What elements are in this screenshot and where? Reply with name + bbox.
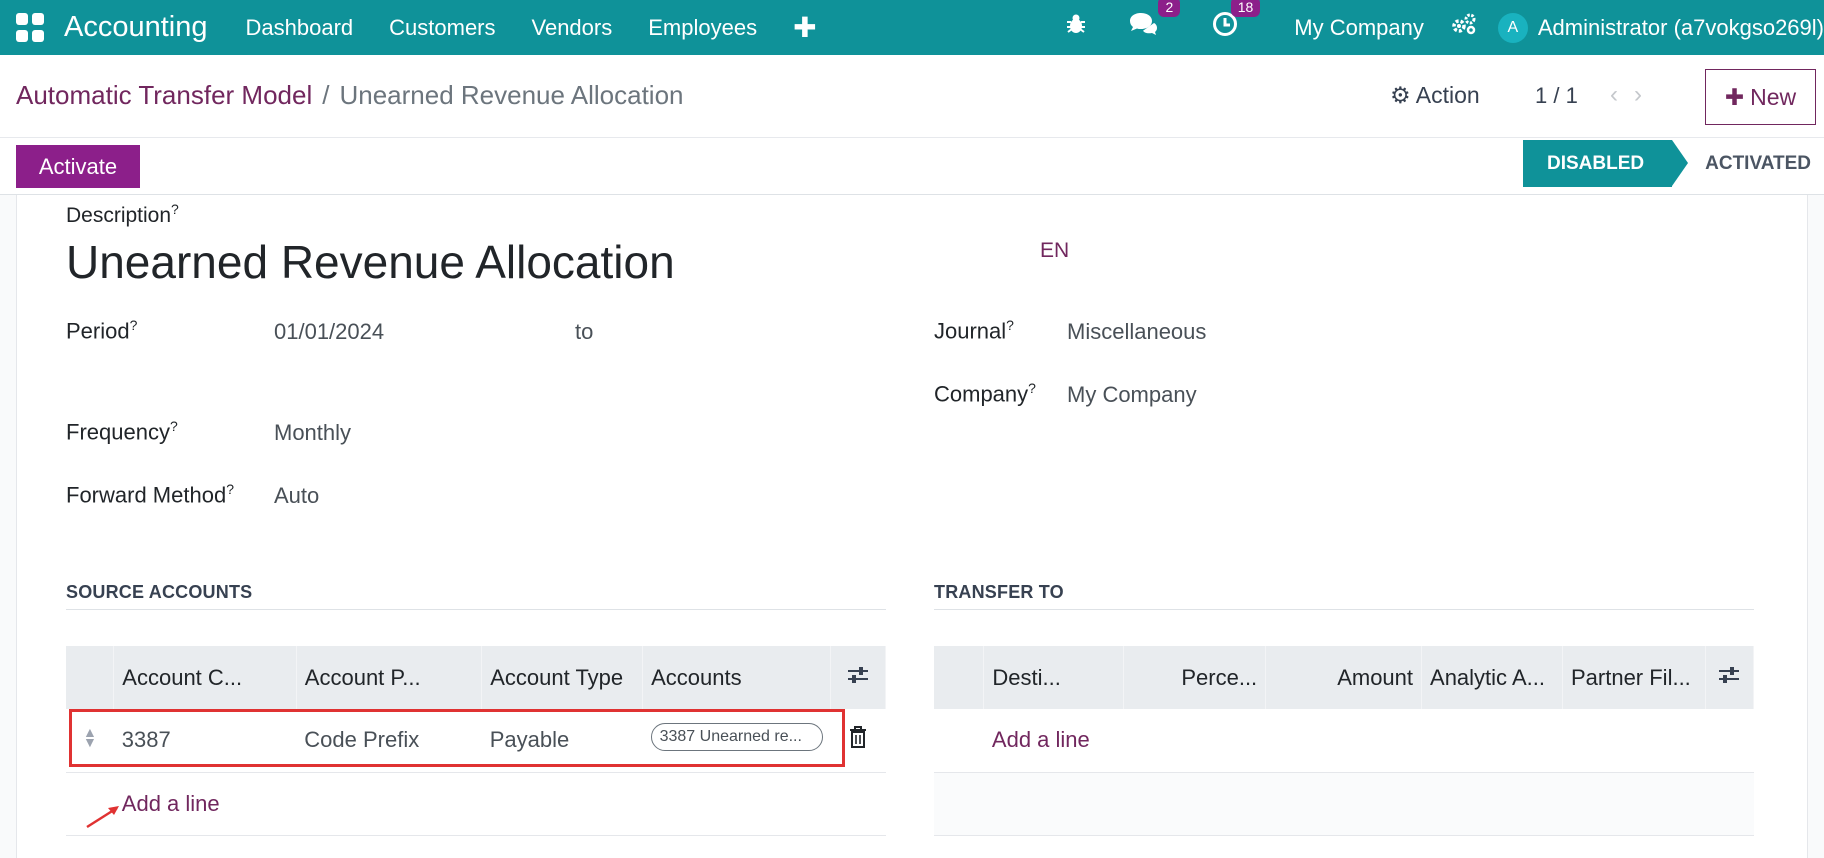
breadcrumb-parent[interactable]: Automatic Transfer Model [16,80,312,110]
pager-arrows: ‹› [1610,81,1658,109]
section-divider [66,609,886,610]
plus-icon[interactable]: ✚ [793,11,816,44]
cell-account-type[interactable]: Payable [481,709,643,773]
breadcrumb-current: Unearned Revenue Allocation [339,80,684,110]
journal-label: Journal? [934,317,1014,344]
new-label: New [1750,83,1797,110]
pager-value[interactable]: 1 / 1 [1535,83,1578,109]
company-label: Company? [934,380,1036,407]
column-percent[interactable]: Perce... [1123,646,1267,709]
section-divider [934,609,1754,610]
activate-button[interactable]: Activate [16,145,140,188]
column-amount[interactable]: Amount [1265,646,1423,709]
clock-icon[interactable]: 18 [1212,0,1261,44]
menu-employees[interactable]: Employees [648,15,757,41]
empty-cell [934,709,984,773]
cell-account-code[interactable]: 3387 [113,709,297,773]
action-button[interactable]: ⚙ Action [1390,82,1480,109]
period-to-label: to [575,319,594,344]
empty-row [934,772,1754,836]
source-accounts-title: SOURCE ACCOUNTS [66,582,253,602]
forward-method-label: Forward Method? [66,481,234,508]
language-button[interactable]: EN [1040,239,1069,263]
optional-columns-icon[interactable] [1705,646,1755,709]
frequency-label: Frequency? [66,418,178,445]
handle-header [934,646,985,709]
cell-account-prefix[interactable]: Code Prefix [296,709,482,773]
trash-icon[interactable] [830,709,886,773]
handle-header [66,646,115,709]
source-add-line[interactable]: Add a line [113,772,886,836]
status-disabled[interactable]: DISABLED [1523,140,1689,187]
column-destination[interactable]: Desti... [983,646,1125,709]
app-grid-icon[interactable] [16,12,46,43]
frequency-field[interactable]: Monthly [274,420,351,446]
settings-gears-icon[interactable] [1450,12,1478,43]
breadcrumb-separator: / [322,80,330,110]
status-bar: DISABLED ACTIVATED [1523,140,1811,187]
add-line-row: Add a line [934,709,1754,773]
breadcrumb: Automatic Transfer Model / Unearned Revenu… [16,80,684,111]
menu-vendors[interactable]: Vendors [532,15,613,41]
pointer-arrow-icon [86,806,119,829]
column-account-type[interactable]: Account Type [481,646,644,709]
control-panel: Automatic Transfer Model / Unearned Revenu… [0,55,1824,195]
period-from-field[interactable]: 01/01/2024 [274,319,384,345]
top-navbar: Accounting Dashboard Customers Vendors E… [0,0,1824,55]
period-label: Period? [66,317,138,344]
messages-badge: 2 [1158,0,1181,17]
table-row[interactable]: ▲ ▼ 3387 Code Prefix Payable 3387 Unearne… [66,709,886,773]
account-tag[interactable]: 3387 Unearned re... [650,723,823,752]
journal-field[interactable]: Miscellaneous [1067,319,1206,345]
new-button[interactable]: ✚ New [1705,69,1816,125]
action-label: Action [1415,82,1480,108]
cell-accounts[interactable]: 3387 Unearned re... [642,709,831,773]
record-title[interactable]: Unearned Revenue Allocation [66,235,675,289]
transfer-add-line[interactable]: Add a line [983,709,1754,773]
messages-icon[interactable]: 2 [1128,0,1181,44]
empty-cell [934,772,1754,836]
chevron-left-icon[interactable]: ‹ [1610,81,1634,108]
avatar[interactable]: A [1497,12,1528,43]
plus-icon: ✚ [1724,83,1745,110]
chevron-right-icon[interactable]: › [1634,81,1658,108]
company-switcher[interactable]: My Company [1294,15,1424,41]
description-label: Description? [66,201,179,227]
column-account-code[interactable]: Account C... [113,646,297,709]
column-accounts[interactable]: Accounts [642,646,832,709]
drag-handle-icon[interactable]: ▲ ▼ [66,709,114,773]
add-line-row: Add a line [66,772,886,836]
menu-customers[interactable]: Customers [389,15,495,41]
transfer-to-table: Desti... Perce... Amount Analytic A... P… [934,646,1755,836]
app-name[interactable]: Accounting [64,11,208,44]
form-sheet: Description? Unearned Revenue Allocation… [16,195,1808,858]
column-account-prefix[interactable]: Account P... [296,646,483,709]
user-menu[interactable]: Administrator (a7vokgso269l) [1538,15,1824,41]
company-field[interactable]: My Company [1067,382,1197,408]
optional-columns-icon[interactable] [830,646,886,709]
menu-dashboard[interactable]: Dashboard [246,15,354,41]
forward-method-field[interactable]: Auto [274,483,319,509]
column-analytic[interactable]: Analytic A... [1421,646,1563,709]
gear-icon: ⚙ [1390,82,1411,108]
status-activated[interactable]: ACTIVATED [1672,140,1811,187]
activities-badge: 18 [1230,0,1261,17]
bug-icon[interactable] [1064,12,1088,43]
divider [0,137,1824,138]
column-partner-filter[interactable]: Partner Fil... [1562,646,1706,709]
transfer-to-title: TRANSFER TO [934,582,1064,602]
source-accounts-table: Account C... Account P... Account Type A… [66,646,886,836]
add-line-link[interactable]: Add a line [992,727,1090,752]
add-line-link[interactable]: Add a line [122,791,220,816]
